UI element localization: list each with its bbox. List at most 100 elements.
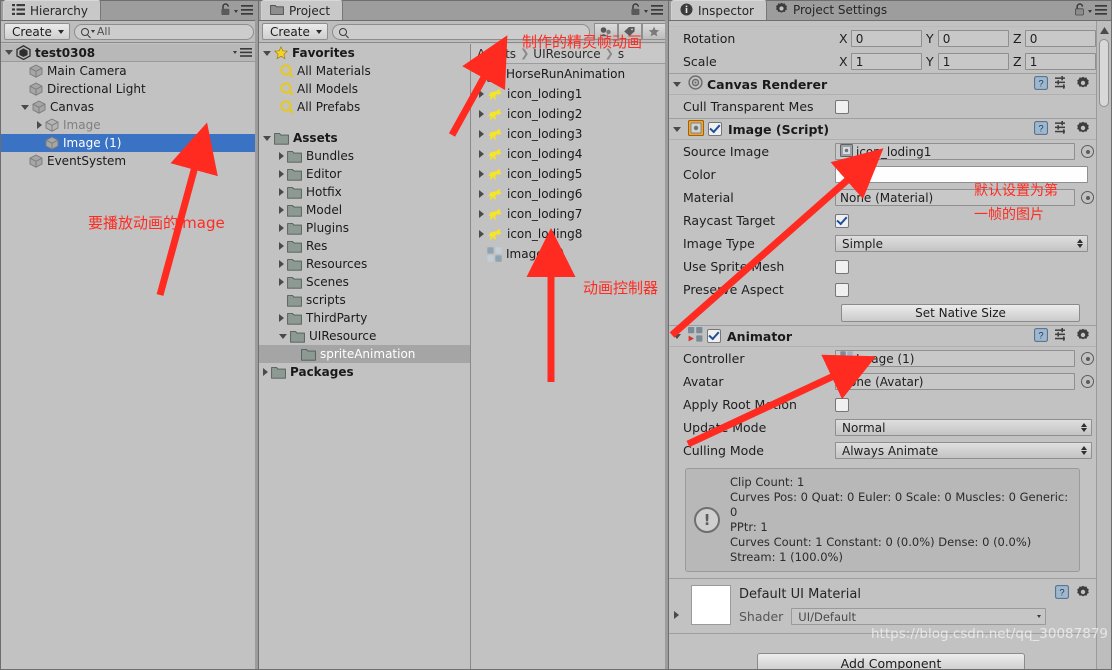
animator-enabled-checkbox[interactable] xyxy=(707,329,721,343)
chevron-right-icon[interactable] xyxy=(279,152,284,160)
asset-item-horserunanimation[interactable]: HorseRunAnimation xyxy=(471,64,667,84)
hierarchy-item-canvas[interactable]: Canvas xyxy=(1,98,257,116)
rotation-x-field[interactable]: 0 xyxy=(850,30,922,47)
folder-item-plugins[interactable]: Plugins xyxy=(259,219,470,237)
chevron-right-icon[interactable] xyxy=(279,170,284,178)
breadcrumb-item-2[interactable]: s xyxy=(618,47,624,61)
chevron-right-icon[interactable] xyxy=(279,224,284,232)
tab-hierarchy[interactable]: Hierarchy xyxy=(3,0,102,20)
chevron-right-icon[interactable] xyxy=(479,210,484,218)
preset-icon[interactable] xyxy=(1055,328,1069,344)
folder-item-res[interactable]: Res xyxy=(259,237,470,255)
inspector-scrollbar[interactable] xyxy=(1096,21,1111,669)
asset-item-icon-loding3[interactable]: icon_loding3 xyxy=(471,124,667,144)
chevron-down-icon[interactable] xyxy=(21,104,29,110)
rotation-y-field[interactable]: 0 xyxy=(937,30,1009,47)
favorite-item-all-prefabs[interactable]: All Prefabs xyxy=(259,98,470,116)
chevron-down-icon[interactable] xyxy=(673,126,681,132)
set-native-size-button[interactable]: Set Native Size xyxy=(841,304,1080,322)
folder-item-model[interactable]: Model xyxy=(259,201,470,219)
chevron-right-icon[interactable] xyxy=(479,150,484,158)
folder-item-bundles[interactable]: Bundles xyxy=(259,147,470,165)
chevron-right-icon[interactable] xyxy=(479,130,484,138)
tab-project-settings[interactable]: Project Settings xyxy=(767,0,899,20)
chevron-right-icon[interactable] xyxy=(279,206,284,214)
project-search-input[interactable] xyxy=(331,23,590,40)
asset-item-icon-loding2[interactable]: icon_loding2 xyxy=(471,104,667,124)
chevron-down-icon[interactable] xyxy=(673,81,681,87)
folder-item-scenes[interactable]: Scenes xyxy=(259,273,470,291)
assets-root-row[interactable]: Assets xyxy=(259,129,470,147)
avatar-field[interactable]: None (Avatar) xyxy=(835,373,1075,390)
hierarchy-item-eventsystem[interactable]: EventSystem xyxy=(1,152,257,170)
image-type-dropdown[interactable]: Simple xyxy=(835,235,1088,252)
filter-by-label-icon[interactable] xyxy=(617,23,642,40)
asset-item-icon-loding5[interactable]: icon_loding5 xyxy=(471,164,667,184)
lock-icon[interactable] xyxy=(1074,3,1085,19)
asset-item-image-1[interactable]: Image (1) xyxy=(471,244,667,264)
chevron-right-icon[interactable] xyxy=(279,278,284,286)
controller-picker-icon[interactable] xyxy=(1081,352,1094,365)
hierarchy-item-image-1[interactable]: Image (1) xyxy=(1,134,257,152)
asset-item-icon-loding7[interactable]: icon_loding7 xyxy=(471,204,667,224)
material-field[interactable]: None (Material) xyxy=(835,189,1075,206)
scale-x-field[interactable]: 1 xyxy=(850,53,922,70)
canvas-renderer-header[interactable]: Canvas Renderer ? xyxy=(669,73,1096,95)
help-icon[interactable]: ? xyxy=(1055,585,1069,602)
folder-item-scripts[interactable]: scripts xyxy=(259,291,470,309)
chevron-down-icon[interactable] xyxy=(234,9,238,13)
favorite-item-all-materials[interactable]: All Materials xyxy=(259,62,470,80)
gear-icon[interactable] xyxy=(1076,121,1090,138)
cull-transparent-checkbox[interactable] xyxy=(835,99,849,114)
scale-y-field[interactable]: 1 xyxy=(937,53,1009,70)
project-create-button[interactable]: Create xyxy=(262,23,328,40)
help-icon[interactable]: ? xyxy=(1034,120,1048,138)
breadcrumb-item-1[interactable]: UIResource xyxy=(533,47,600,61)
use-sprite-mesh-checkbox[interactable] xyxy=(835,259,849,274)
hierarchy-item-main-camera[interactable]: Main Camera xyxy=(1,62,257,80)
chevron-right-icon[interactable] xyxy=(479,110,484,118)
animator-header[interactable]: Animator ? xyxy=(669,325,1096,347)
filter-by-type-icon[interactable] xyxy=(593,23,618,40)
chevron-right-icon[interactable] xyxy=(279,260,284,268)
tab-project[interactable]: Project xyxy=(261,0,344,20)
menu-icon[interactable] xyxy=(651,4,663,18)
rotation-z-field[interactable]: 0 xyxy=(1024,30,1096,47)
scale-z-field[interactable]: 1 xyxy=(1024,53,1096,70)
source-image-picker-icon[interactable] xyxy=(1081,145,1094,158)
chevron-down-icon[interactable] xyxy=(279,333,287,339)
asset-item-icon-loding4[interactable]: icon_loding4 xyxy=(471,144,667,164)
folder-item-spriteanimation[interactable]: spriteAnimation xyxy=(259,345,470,363)
folder-item-editor[interactable]: Editor xyxy=(259,165,470,183)
asset-item-icon-loding8[interactable]: icon_loding8 xyxy=(471,224,667,244)
chevron-right-icon[interactable] xyxy=(479,170,484,178)
scene-menu-icon[interactable] xyxy=(240,46,252,60)
culling-mode-dropdown[interactable]: Always Animate xyxy=(835,442,1092,459)
chevron-right-icon[interactable] xyxy=(279,314,284,322)
raycast-target-checkbox[interactable] xyxy=(835,213,849,228)
folder-item-thirdparty[interactable]: ThirdParty xyxy=(259,309,470,327)
preserve-aspect-checkbox[interactable] xyxy=(835,282,849,297)
image-script-enabled-checkbox[interactable] xyxy=(708,122,722,136)
chevron-right-icon[interactable] xyxy=(37,121,42,129)
chevron-down-icon[interactable] xyxy=(263,50,271,56)
chevron-right-icon[interactable] xyxy=(279,242,284,250)
chevron-right-icon[interactable] xyxy=(674,611,679,619)
gear-icon[interactable] xyxy=(1076,585,1090,602)
asset-item-icon-loding6[interactable]: icon_loding6 xyxy=(471,184,667,204)
chevron-down-icon[interactable] xyxy=(644,9,648,13)
controller-field[interactable]: Image (1) xyxy=(835,350,1075,367)
folder-item-resources[interactable]: Resources xyxy=(259,255,470,273)
scene-root-row[interactable]: test0308 xyxy=(1,44,257,62)
image-script-header[interactable]: Image (Script) ? xyxy=(669,118,1096,140)
chevron-right-icon[interactable] xyxy=(479,90,484,98)
scroll-up-icon[interactable] xyxy=(1097,23,1111,37)
asset-item-icon-loding1[interactable]: icon_loding1 xyxy=(471,84,667,104)
lock-icon[interactable] xyxy=(630,3,641,19)
chevron-down-icon[interactable] xyxy=(1088,9,1092,13)
hierarchy-item-directional-light[interactable]: Directional Light xyxy=(1,80,257,98)
favorites-row[interactable]: Favorites xyxy=(259,44,470,62)
color-swatch-field[interactable] xyxy=(835,166,1088,183)
chevron-right-icon[interactable] xyxy=(279,188,284,196)
tab-inspector[interactable]: Inspector xyxy=(671,0,767,20)
